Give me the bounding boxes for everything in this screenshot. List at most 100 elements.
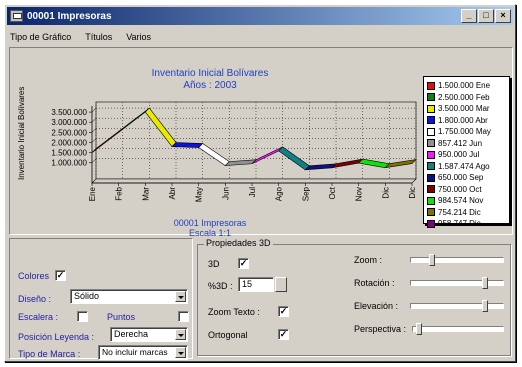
pct3d-value: 15: [242, 279, 253, 289]
x-tick-label: Mar: [141, 187, 150, 201]
chevron-down-icon: [175, 347, 186, 358]
close-button[interactable]: ×: [495, 9, 511, 23]
pct3d-spinner[interactable]: 15: [238, 277, 287, 292]
legend-label: 984.574 Nov: [438, 196, 484, 206]
legend-item: 984.574 Nov: [427, 195, 506, 207]
x-tick-label: Jul: [248, 187, 257, 197]
legend-swatch: [427, 196, 435, 205]
legend-item: 650.000 Sep: [427, 172, 506, 184]
x-tick-label: Jun: [221, 187, 230, 200]
legend-swatch: [427, 150, 435, 159]
y-tick-label: 3.000.000: [51, 118, 87, 127]
zoom-texto-label: Zoom Texto :: [208, 307, 260, 317]
gridline-depth: [91, 118, 97, 123]
minimize-button[interactable]: _: [461, 9, 477, 23]
slider-thumb[interactable]: [416, 323, 422, 335]
legend-label: 857.412 Jun: [438, 138, 483, 148]
zoom-texto-checkbox[interactable]: ✓: [278, 306, 289, 317]
menu-varios[interactable]: Varios: [125, 32, 152, 42]
legend-item: 3.500.000 Mar: [427, 103, 506, 115]
legend-label: 3.500.000 Mar: [438, 104, 490, 114]
legend-label: 1.500.000 Ene: [438, 81, 491, 91]
3d-checkbox[interactable]: ✓: [238, 258, 249, 269]
legend-item: 958.747 Dic: [427, 218, 506, 230]
gridline-depth: [91, 158, 97, 163]
legend-swatch: [427, 162, 435, 171]
posicion-leyenda-label: Posición Leyenda :: [18, 332, 95, 342]
rotacion-slider[interactable]: [410, 277, 504, 289]
ortogonal-label: Ortogonal: [208, 330, 248, 340]
legend-swatch: [427, 93, 435, 102]
slider-thumb[interactable]: [482, 277, 488, 289]
x-tick-label: Oct: [328, 186, 337, 199]
posicion-leyenda-value: Derecha: [114, 329, 149, 339]
title-bar: 00001 Impresoras _ □ ×: [7, 7, 513, 25]
menu-bar: Tipo de Gráfico Títulos Varios: [9, 29, 152, 45]
perspectiva-slider[interactable]: [412, 323, 504, 335]
chart-footer-scale: Escala 1:1: [188, 228, 232, 238]
chart-segment: [171, 142, 204, 148]
posicion-leyenda-select[interactable]: Derecha: [110, 327, 188, 342]
ortogonal-checkbox[interactable]: ✓: [278, 329, 289, 340]
escalera-label: Escalera :: [18, 312, 59, 322]
rotacion-label: Rotación :: [354, 278, 395, 288]
elevacion-label: Elevación :: [354, 301, 399, 311]
legend-item: 750.000 Oct: [427, 184, 506, 196]
chart-legend: 1.500.000 Ene 2.500.000 Feb 3.500.000 Mar 1…: [423, 76, 510, 228]
colores-checkbox[interactable]: ✓: [55, 270, 66, 281]
menu-tipo-grafico[interactable]: Tipo de Gráfico: [9, 32, 72, 42]
legend-item: 1.750.000 May: [427, 126, 506, 138]
window-title: 00001 Impresoras: [27, 10, 112, 22]
spinner-arrows-icon[interactable]: [275, 277, 287, 292]
main-window: 00001 Impresoras _ □ × Tipo de Gráfico T…: [4, 4, 516, 362]
slider-track: [410, 280, 504, 286]
menu-titulos[interactable]: Títulos: [84, 32, 113, 42]
gridline-depth: [91, 107, 97, 113]
legend-label: 650.000 Sep: [438, 173, 484, 183]
y-tick-label: 1.500.000: [51, 149, 87, 158]
chart-footer-title: 00001 Impresoras: [173, 218, 247, 228]
x-tick-label: Dic: [408, 187, 417, 199]
legend-item: 1.800.000 Abr: [427, 115, 506, 127]
legend-swatch: [427, 116, 435, 125]
x-tick-label: Abr: [168, 187, 177, 200]
gridline-depth: [91, 128, 97, 133]
slider-track: [410, 257, 504, 263]
legend-swatch: [427, 185, 435, 194]
slider-thumb[interactable]: [482, 300, 488, 312]
legend-label: 2.500.000 Feb: [438, 92, 490, 102]
legend-label: 958.747 Dic: [438, 219, 481, 229]
slider-thumb[interactable]: [429, 254, 435, 266]
zoom-slider[interactable]: [410, 254, 504, 266]
x-tick-label: Ago: [275, 186, 284, 201]
plot-floor: [91, 178, 417, 184]
diseno-select[interactable]: Sólido: [70, 289, 188, 304]
tipo-marca-label: Tipo de Marca :: [18, 349, 81, 359]
y-tick-label: 3.500.000: [51, 108, 87, 117]
legend-swatch: [427, 208, 435, 217]
x-tick-label: Ene: [88, 186, 97, 201]
perspectiva-label: Perspectiva :: [354, 324, 407, 334]
legend-item: 1.587.474 Ago: [427, 161, 506, 173]
legend-item: 857.412 Jun: [427, 138, 506, 150]
legend-label: 950.000 Jul: [438, 150, 480, 160]
legend-item: 1.500.000 Ene: [427, 80, 506, 92]
escalera-checkbox[interactable]: [77, 311, 88, 322]
legend-label: 1.750.000 May: [438, 127, 491, 137]
chevron-down-icon: [175, 329, 186, 340]
legend-label: 1.587.474 Ago: [438, 161, 490, 171]
maximize-button[interactable]: □: [478, 9, 494, 23]
legend-label: 750.000 Oct: [438, 184, 482, 194]
tipo-marca-select[interactable]: No incluir marcas: [98, 345, 188, 360]
diseno-label: Diseño :: [18, 294, 52, 304]
colores-label: Colores: [18, 271, 50, 281]
x-tick-label: Sep: [301, 186, 310, 201]
y-tick-label: 1.000.000: [51, 159, 87, 168]
legend-item: 950.000 Jul: [427, 149, 506, 161]
puntos-checkbox[interactable]: [178, 311, 189, 322]
zoom-label: Zoom :: [354, 255, 383, 265]
tipo-marca-value: No incluir marcas: [102, 347, 168, 357]
elevacion-slider[interactable]: [410, 300, 504, 312]
printer-icon: [10, 10, 23, 22]
chart-panel: Inventario Inicial Bolívares Años : 2003…: [9, 47, 513, 238]
